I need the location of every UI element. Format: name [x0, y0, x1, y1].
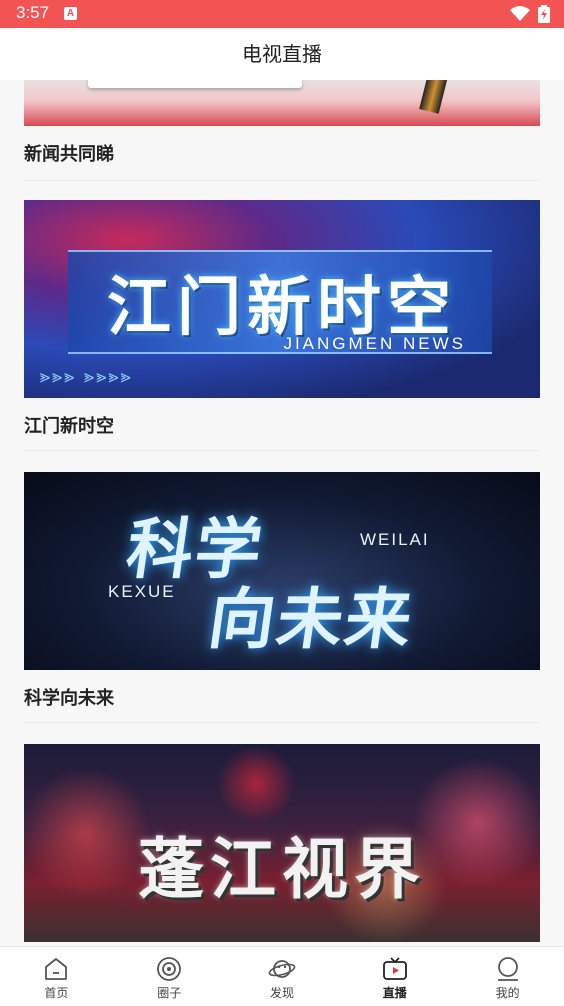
divider	[24, 450, 540, 451]
channel-cover[interactable]: 科学 向未来 KEXUE WEILAI	[24, 472, 540, 670]
status-bar: 3:57 A	[0, 0, 564, 28]
planet-icon	[268, 960, 296, 978]
tab-label: 首页	[44, 986, 69, 1000]
tab-label: 发现	[269, 986, 294, 1000]
channel-title[interactable]: 科学向未来	[24, 684, 540, 710]
wifi-icon	[510, 6, 530, 21]
home-icon	[45, 958, 68, 980]
tab-label: 我的	[495, 986, 520, 1000]
user-icon	[497, 957, 518, 981]
battery-icon	[538, 5, 550, 23]
cover-subtitle-text: JIANGMEN NEWS	[283, 334, 466, 353]
cover-title-text: 蓬江视界	[138, 831, 426, 908]
channel-card[interactable]: 江门新时空 JIANGMEN NEWS ⪢⪢⪢ ⪢⪢⪢⪢ 江门新时空	[24, 200, 540, 438]
channel-card[interactable]: 科学 向未来 KEXUE WEILAI 科学向未来	[24, 472, 540, 710]
channel-title[interactable]: 江门新时空	[24, 412, 540, 438]
channel-card[interactable]: 蓬江视界	[24, 744, 540, 942]
status-icons	[510, 5, 550, 23]
tab-circle[interactable]: 圈子	[113, 947, 226, 1006]
cover-decoration	[88, 80, 302, 88]
circle-icon	[157, 957, 182, 981]
tab-mine[interactable]: 我的	[451, 947, 564, 1006]
channel-card[interactable]: 新闻共同睇	[24, 80, 540, 166]
tab-label: 圈子	[157, 986, 182, 1000]
channel-cover[interactable]	[24, 80, 540, 126]
arrow-decoration-icon: ⪢⪢⪢ ⪢⪢⪢⪢	[40, 366, 133, 387]
bottom-tab-bar: 首页 圈子 发现 直播 我的	[0, 946, 564, 1006]
channel-cover[interactable]: 江门新时空 JIANGMEN NEWS ⪢⪢⪢ ⪢⪢⪢⪢	[24, 200, 540, 398]
channel-list[interactable]: 新闻共同睇 江门新时空 JIANGMEN NEWS ⪢⪢⪢ ⪢⪢⪢⪢ 江门新时空…	[0, 80, 564, 946]
app-header: 电视直播	[0, 28, 564, 80]
cover-subtitle-text: WEILAI	[360, 530, 430, 549]
status-time: 3:57	[16, 3, 50, 22]
channel-title[interactable]: 新闻共同睇	[24, 140, 540, 166]
notification-icon: A	[64, 7, 77, 20]
tab-live[interactable]: 直播	[338, 947, 451, 1006]
tab-discover[interactable]: 发现	[226, 947, 339, 1006]
divider	[24, 722, 540, 723]
channel-cover[interactable]: 蓬江视界	[24, 744, 540, 942]
cover-title-text: 向未来	[203, 581, 419, 658]
cover-decoration	[419, 80, 449, 114]
tab-home[interactable]: 首页	[0, 947, 113, 1006]
cover-subtitle-text: KEXUE	[108, 582, 176, 601]
page-title: 电视直播	[242, 42, 322, 66]
tv-icon	[382, 957, 407, 980]
tab-label: 直播	[382, 986, 407, 1000]
divider	[24, 180, 540, 181]
